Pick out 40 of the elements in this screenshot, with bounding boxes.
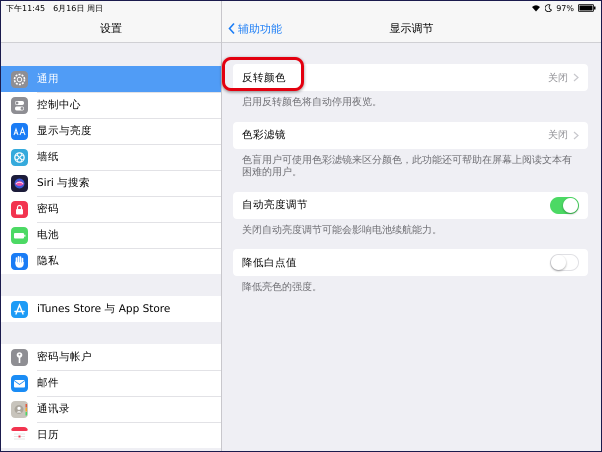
back-button[interactable]: 辅助功能 [228, 21, 282, 36]
chevron-right-icon [573, 73, 579, 82]
setting-footnote: 色盲用户可使用色彩滤镜来区分颜色，此功能还可帮助在屏幕上阅读文本有困难的用户。 [241, 154, 573, 180]
sidebar-title: 设置 [100, 21, 122, 36]
battery-icon [578, 4, 596, 12]
setting-label: 反转颜色 [242, 70, 287, 84]
chevron-left-icon [228, 22, 235, 34]
moon-icon [545, 4, 552, 12]
sidebar-item[interactable]: Siri 与搜索 [1, 170, 221, 196]
toggle-switch[interactable] [550, 254, 579, 271]
sidebar-item[interactable]: 密码 [1, 196, 221, 222]
setting-label: 自动亮度调节 [242, 198, 309, 212]
battery-percentage: 97% [556, 4, 574, 12]
sidebar-item[interactable]: 显示与亮度 [1, 118, 221, 144]
setting-row[interactable]: 降低白点值 [233, 249, 588, 276]
setting-label: 降低白点值 [242, 256, 298, 270]
sidebar-item[interactable]: 控制中心 [1, 92, 221, 118]
sidebar-item[interactable]: 日历 [1, 422, 221, 448]
sidebar-item[interactable]: 隐私 [1, 248, 221, 274]
status-time: 下午11:45 [6, 2, 46, 14]
setting-footnote: 启用反转颜色将自动停用夜览。 [241, 96, 383, 110]
sidebar-item[interactable]: 密码与帐户 [1, 344, 221, 370]
setting-footnote: 降低亮色的强度。 [241, 280, 323, 295]
sidebar-item[interactable]: 墙纸 [1, 144, 221, 170]
toggle-switch[interactable] [550, 196, 579, 214]
setting-value: 关闭 [548, 128, 568, 142]
status-date: 6月16日 周日 [53, 2, 103, 14]
setting-row[interactable]: 色彩滤镜 关闭 [233, 122, 588, 148]
wifi-icon [531, 4, 542, 12]
page-title: 显示调节 [390, 21, 434, 36]
sidebar-item[interactable]: 邮件 [1, 370, 221, 396]
setting-row[interactable]: 反转颜色 关闭 [233, 64, 588, 91]
sidebar-item[interactable]: 通讯录 [1, 396, 221, 422]
setting-label: 色彩滤镜 [242, 128, 287, 142]
setting-footnote: 关闭自动亮度调节可能会影响电池续航能力。 [241, 224, 443, 238]
setting-row[interactable]: 自动亮度调节 [233, 192, 588, 218]
sidebar-item[interactable]: iTunes Store 与 App Store [1, 296, 221, 322]
setting-value: 关闭 [548, 72, 568, 84]
chevron-right-icon [573, 130, 579, 140]
sidebar-item[interactable]: 电池 [1, 222, 221, 248]
